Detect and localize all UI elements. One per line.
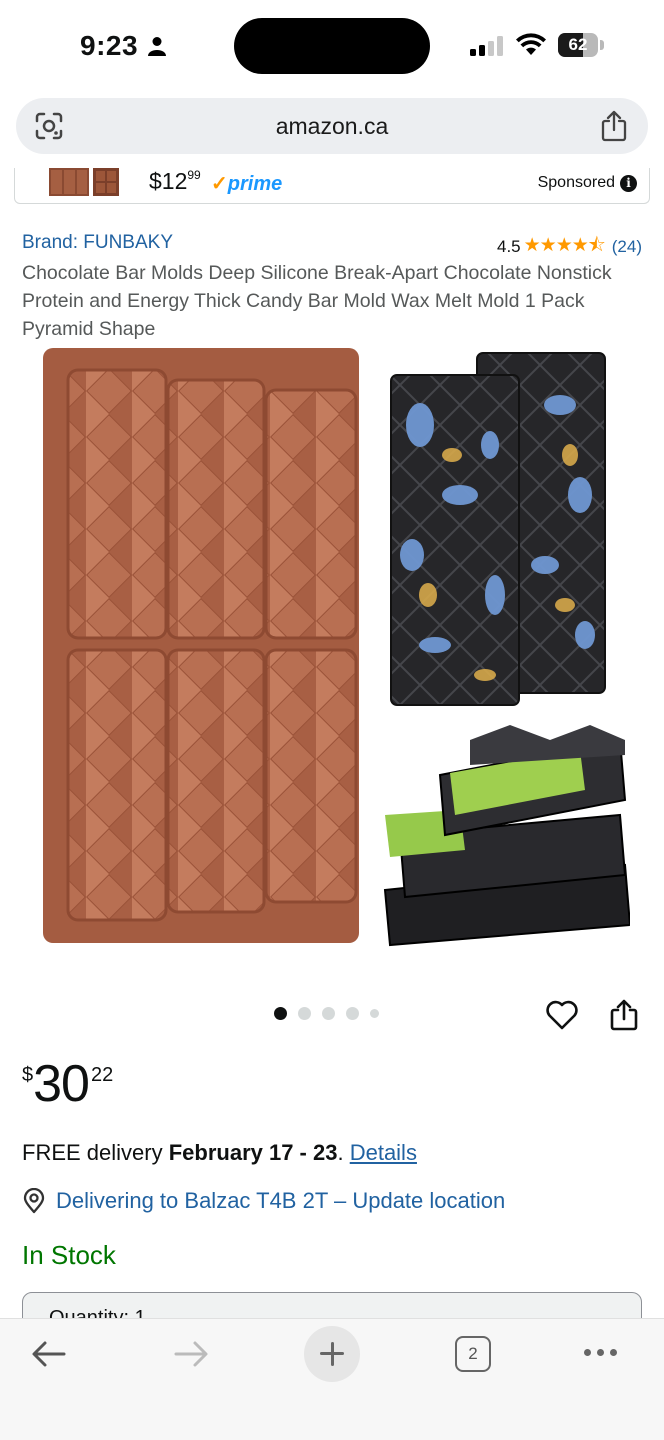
carousel-dot[interactable] [274,1007,287,1020]
battery-icon: 62 [558,33,598,57]
location-text[interactable]: Delivering to Balzac T4B 2T – Update loc… [56,1188,505,1214]
share-icon[interactable] [609,998,639,1032]
more-icon[interactable] [584,1349,617,1356]
carousel-dot[interactable] [298,1007,311,1020]
product-title: Chocolate Bar Molds Deep Silicone Break-… [22,262,612,340]
product-image[interactable] [40,345,630,955]
carousel-dot[interactable] [370,1009,379,1018]
status-bar: 9:23 62 [0,0,664,92]
sponsored-product-strip[interactable]: $1299 ✓prime Sponsored i [14,168,650,204]
price-whole: 30 [33,1055,90,1113]
delivery-dates: February 17 - 23 [168,1140,338,1165]
share-icon[interactable] [600,110,628,142]
status-time: 9:23 [80,30,139,61]
wifi-icon [516,33,546,55]
sponsored-label[interactable]: Sponsored i [538,174,637,192]
sponsored-price: $1299 [149,168,201,195]
heart-icon[interactable] [545,998,579,1032]
price-fraction: 22 [90,1064,114,1086]
prime-label: prime [227,173,283,195]
prime-logo: ✓prime [211,173,283,195]
delivery-details-link[interactable]: Details [350,1140,417,1165]
info-icon[interactable]: i [620,174,637,192]
carousel-dot[interactable] [322,1007,335,1020]
rating-value: 4.5 [496,237,521,256]
sponsored-thumbnail[interactable] [49,168,119,198]
image-carousel-dots[interactable] [274,1007,379,1020]
location-pin-icon [23,1188,45,1214]
rating-count-link[interactable]: (24) [612,237,642,257]
url-bar[interactable]: amazon.ca [16,98,648,154]
browser-toolbar: 2 [0,1318,664,1440]
url-text[interactable]: amazon.ca [16,98,648,154]
battery-label: 62 [568,35,588,54]
person-icon [148,37,166,56]
carousel-dot[interactable] [346,1007,359,1020]
tabs-icon[interactable]: 2 [455,1336,491,1372]
dynamic-island [234,18,430,74]
sponsored-price-whole: $12 [149,168,188,194]
product-price: $ 30 22 [22,1056,113,1112]
delivery-location[interactable]: Delivering to Balzac T4B 2T – Update loc… [22,1188,505,1214]
sponsored-label-text: Sponsored [537,174,615,191]
delivery-suffix: . [337,1140,350,1165]
delivery-prefix: FREE delivery [22,1140,169,1165]
delivery-info: FREE delivery February 17 - 23. Details [22,1140,417,1166]
stock-status: In Stock [22,1240,116,1270]
sponsored-price-fraction: 99 [187,168,201,182]
brand-link[interactable]: Brand: FUNBAKY [22,232,173,254]
signal-icon [470,36,503,56]
battery-tip [600,40,604,50]
price-symbol: $ [22,1064,34,1086]
forward-arrow-icon[interactable] [172,1339,210,1369]
back-arrow-icon[interactable] [30,1339,68,1369]
plus-icon[interactable] [304,1326,360,1382]
